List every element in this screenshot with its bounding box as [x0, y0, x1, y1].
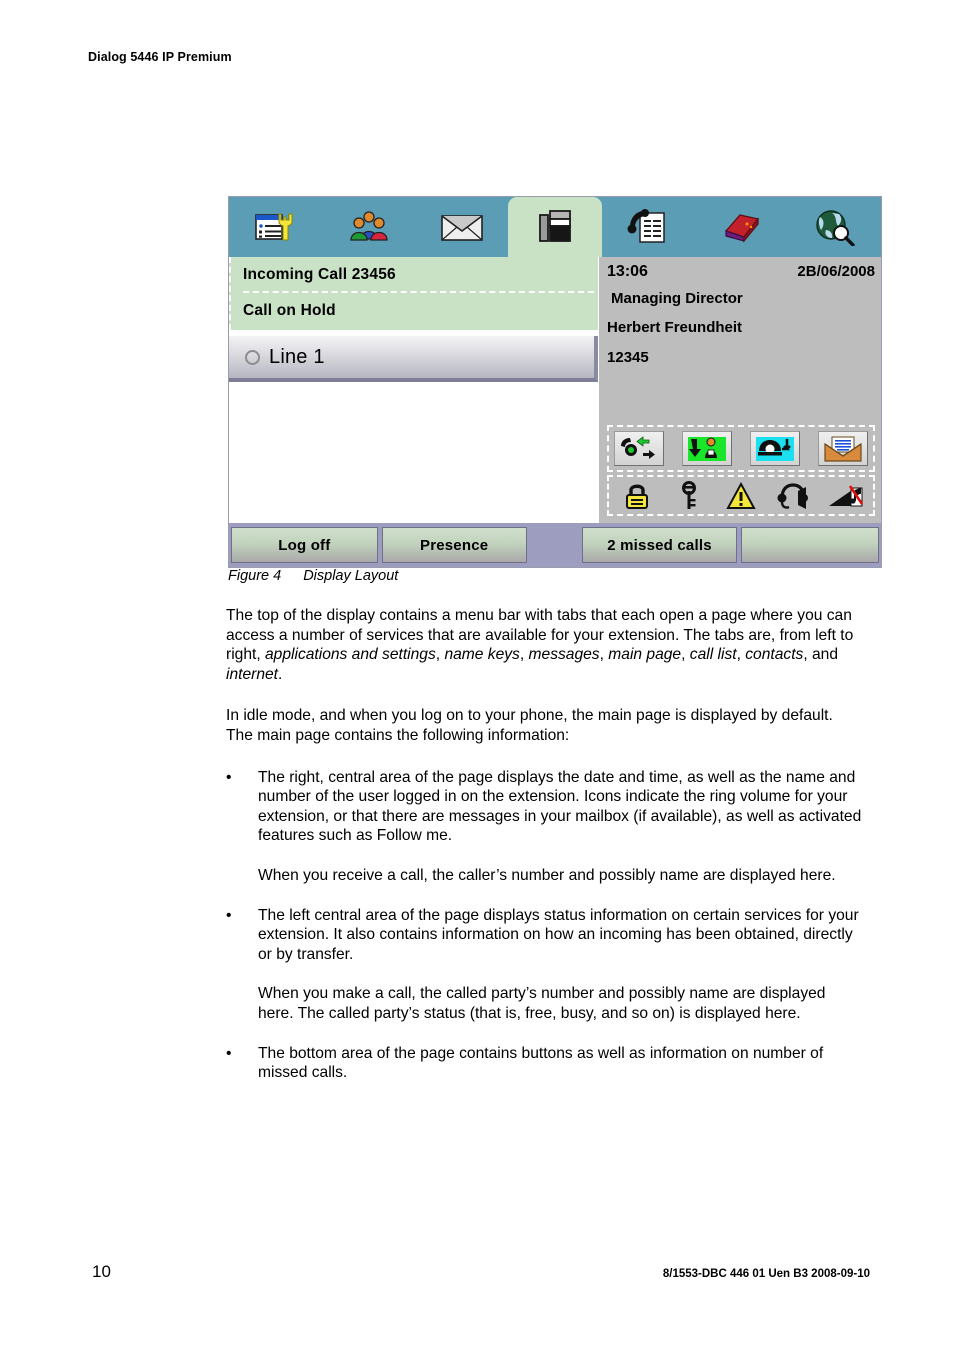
menu-bar	[229, 197, 881, 257]
warning-triangle-icon[interactable]	[721, 480, 761, 511]
missed-calls-button[interactable]: 2 missed calls	[581, 527, 738, 563]
paragraph-idle-mode: In idle mode, and when you log on to you…	[226, 707, 833, 744]
left-empty-area	[229, 382, 599, 523]
tab-name-contacts: contacts	[745, 646, 804, 664]
line-status-circle-icon	[245, 349, 260, 365]
handset-list-icon	[626, 208, 670, 246]
left-central-area: Incoming Call 23456 Call on Hold Line 1	[229, 257, 599, 523]
bullet-left-area-subtext: When you make a call, the called party’s…	[258, 985, 826, 1022]
red-book-icon	[720, 209, 762, 245]
line-1-button[interactable]: Line 1	[229, 336, 599, 382]
line-1-label: Line 1	[269, 345, 325, 368]
call-diversion-icon[interactable]	[614, 431, 665, 466]
tab-name-internet: internet	[226, 665, 279, 683]
bullet-bottom-area: • The bottom area of the page contains b…	[226, 1044, 862, 1083]
bullet-marker: •	[226, 768, 232, 786]
tab-contacts[interactable]	[695, 197, 788, 257]
tab-messages[interactable]	[415, 197, 508, 257]
bullet-bottom-area-text: The bottom area of the page contains but…	[258, 1044, 824, 1082]
bullet-right-area: • The right, central area of the page di…	[226, 768, 862, 846]
settings-list-wrench-icon	[254, 209, 298, 245]
feature-icon-row-1	[607, 425, 875, 472]
bullet-left-area: • The left central area of the page disp…	[226, 906, 862, 965]
mailbox-message-icon[interactable]	[817, 431, 868, 466]
bullet-right-area-subtext: When you receive a call, the caller’s nu…	[258, 866, 836, 884]
figure-caption: Figure 4 Display Layout	[228, 568, 398, 584]
tab-name-call-list: call list	[689, 646, 737, 664]
running-head: Dialog 5446 IP Premium	[88, 50, 232, 64]
tab-call-list[interactable]	[602, 197, 695, 257]
clock-time: 13:06	[607, 263, 648, 280]
tab-name-keys[interactable]	[322, 197, 415, 257]
time-date-row: 13:06 2B/06/2008	[607, 263, 875, 281]
call-status-box: Incoming Call 23456 Call on Hold	[229, 257, 599, 330]
globe-magnifier-icon	[812, 208, 856, 246]
body-text: The top of the display contains a menu b…	[226, 606, 862, 1103]
soft-key-bar: Log off Presence 2 missed calls	[229, 523, 881, 567]
bullet-left-area-text: The left central area of the page displa…	[258, 906, 859, 963]
tab-name-main-page: main page	[608, 646, 682, 664]
tab-name-applications-and-settings: applications and settings	[265, 646, 436, 664]
log-off-button[interactable]: Log off	[231, 527, 378, 563]
feature-icon-row-2	[607, 475, 875, 516]
document-id: 8/1553-DBC 446 01 Uen B3 2008-09-10	[662, 1268, 870, 1280]
user-name: Herbert Freundheit	[607, 319, 743, 336]
display-screen: Incoming Call 23456 Call on Hold Line 1 …	[229, 257, 881, 523]
user-extension: 12345	[607, 349, 649, 366]
follow-me-icon[interactable]	[682, 431, 733, 466]
user-title: Managing Director	[611, 290, 743, 307]
empty-soft-button[interactable]	[741, 527, 880, 563]
envelope-icon	[439, 210, 485, 244]
desk-phone-icon	[536, 207, 574, 247]
page-number: 10	[92, 1262, 111, 1281]
status-line-call-on-hold: Call on Hold	[243, 302, 336, 319]
padlock-icon[interactable]	[617, 480, 657, 511]
headset-icon[interactable]	[773, 480, 813, 511]
clock-date: 2B/06/2008	[797, 263, 875, 280]
status-line-incoming-call: Incoming Call 23456	[243, 266, 396, 283]
phone-display: Incoming Call 23456 Call on Hold Line 1 …	[228, 196, 882, 568]
right-spacer	[607, 366, 875, 425]
paragraph-tabs-overview: The top of the display contains a menu b…	[226, 607, 854, 683]
tab-internet[interactable]	[788, 197, 881, 257]
tab-name-name-keys: name keys	[444, 646, 520, 664]
tab-main-page[interactable]	[508, 197, 602, 257]
right-central-area: 13:06 2B/06/2008 Managing Director Herbe…	[598, 257, 881, 523]
key-icon[interactable]	[669, 480, 709, 511]
bullet-right-area-text: The right, central area of the page disp…	[258, 768, 862, 845]
figure-display-layout: Incoming Call 23456 Call on Hold Line 1 …	[228, 196, 882, 568]
bullet-marker: •	[226, 906, 232, 924]
three-people-icon	[347, 209, 391, 245]
figure-caption-number: Figure 4	[228, 568, 282, 584]
ring-volume-muted-icon[interactable]	[825, 480, 865, 511]
presence-button[interactable]: Presence	[381, 527, 527, 563]
figure-caption-title: Display Layout	[303, 568, 399, 584]
bullet-marker: •	[226, 1044, 232, 1062]
tab-applications-and-settings[interactable]	[229, 197, 322, 257]
tab-name-messages: messages	[528, 646, 600, 664]
callback-phone-icon[interactable]	[750, 431, 800, 466]
